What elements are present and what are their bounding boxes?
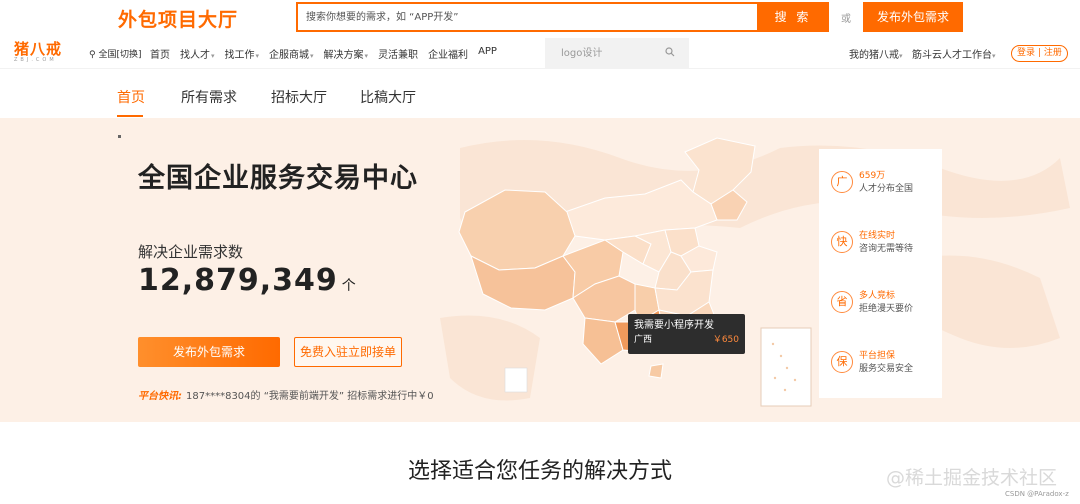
feature-title: 多人竞标 — [859, 291, 896, 301]
tab-home[interactable]: 首页 — [117, 87, 145, 107]
ticker-badge: 平台快讯: — [138, 391, 182, 402]
active-tab-indicator — [117, 115, 143, 117]
register-link[interactable]: 注册 — [1044, 48, 1062, 58]
join-button[interactable]: 免费入驻立即接单 — [294, 337, 402, 367]
nav-item[interactable]: 解决方案▾ — [324, 46, 369, 61]
logo-text: 猪八戒 — [14, 40, 63, 58]
hero-title: 全国企业服务交易中心 — [138, 163, 418, 194]
global-nav: 猪八戒 ZBJ.COM ⚲ 全国[切换] 首页 找人才▾ 找工作▾ 企服商城▾ 解决方案… — [0, 38, 1080, 68]
workbench-label: 筋斗云人才工作台 — [912, 50, 992, 61]
tab-contest-hall[interactable]: 比稿大厅 — [360, 87, 416, 107]
nav-item[interactable]: 灵活兼职 — [378, 46, 418, 61]
nav-item-label: 解决方案 — [323, 50, 364, 61]
separator: | — [1037, 48, 1041, 58]
search-button[interactable]: 搜 索 — [757, 2, 829, 32]
demand-count-label: 解决企业需求数 — [138, 243, 244, 261]
news-ticker: 平台快讯: 187****8304的 “我需要前端开发” 招标需求进行中￥0 — [138, 387, 434, 402]
nav-item-label: 企服商城 — [269, 50, 310, 61]
nav-item[interactable]: 企服商城▾ — [269, 46, 314, 61]
nav-item-label: 找人才 — [180, 50, 210, 61]
nav-item[interactable]: 找工作▾ — [225, 46, 260, 61]
caret-down-icon: ▾ — [211, 52, 215, 60]
login-link[interactable]: 登录 — [1017, 48, 1035, 58]
hero-publish-button[interactable]: 发布外包需求 — [138, 337, 280, 367]
demand-count-unit: 个 — [341, 278, 357, 294]
login-register: 登录 | 注册 — [1011, 45, 1068, 62]
nav-item[interactable]: APP — [478, 46, 497, 61]
nav-search — [545, 38, 689, 68]
ticker-text[interactable]: 187****8304的 “我需要前端开发” 招标需求进行中￥0 — [186, 391, 434, 402]
talent-icon: 广 — [831, 171, 853, 193]
or-text: 或 — [841, 14, 851, 25]
feature-title: 在线实时 — [859, 231, 896, 241]
logo[interactable]: 猪八戒 ZBJ.COM — [14, 41, 74, 67]
caret-down-icon: ▾ — [899, 52, 903, 60]
my-zbj-label: 我的猪八戒 — [849, 50, 899, 61]
nav-item-label: 找工作 — [224, 50, 255, 61]
feature-bidding: 省 多人竞标 拒绝漫天要价 — [831, 287, 941, 327]
city-label: 全国[切换] — [98, 50, 142, 60]
guarantee-icon: 保 — [831, 351, 853, 373]
nav-item-label: APP — [478, 46, 497, 57]
page: 外包项目大厅 搜 索 或 发布外包需求 猪八戒 ZBJ.COM ⚲ 全国[切换]… — [0, 0, 1080, 504]
workbench-menu[interactable]: 筋斗云人才工作台▾ — [912, 46, 996, 61]
nav-item-label: 灵活兼职 — [378, 50, 419, 61]
save-icon: 省 — [831, 291, 853, 313]
nav-menu: 首页 找人才▾ 找工作▾ 企服商城▾ 解决方案▾ 灵活兼职 企业福利 APP — [150, 46, 507, 61]
my-zbj-menu[interactable]: 我的猪八戒▾ — [849, 46, 903, 61]
location-pin-icon: ⚲ — [89, 50, 96, 60]
fast-icon: 快 — [831, 231, 853, 253]
feature-talent: 广 659万 人才分布全国 — [831, 167, 941, 207]
feature-desc: 服务交易安全 — [859, 364, 914, 374]
features-panel: 广 659万 人才分布全国 快 在线实时 咨询无需等待 省 多人竞标 拒绝漫天要… — [819, 149, 942, 398]
nav-item[interactable]: 找人才▾ — [180, 46, 215, 61]
nav-item-label: 首页 — [150, 50, 170, 61]
tab-all-demands[interactable]: 所有需求 — [181, 87, 237, 107]
feature-title: 平台担保 — [859, 351, 896, 361]
nav-item[interactable]: 首页 — [150, 46, 170, 61]
sub-nav: 首页 所有需求 招标大厅 比稿大厅 — [0, 68, 1080, 118]
feature-desc: 咨询无需等待 — [859, 244, 914, 254]
watermark: @稀土掘金技术社区 — [886, 467, 1058, 489]
demand-count-value: 12,879,349 — [138, 263, 338, 298]
search-box — [296, 2, 758, 32]
nav-search-input[interactable] — [545, 38, 665, 68]
map-tooltip: 我需要小程序开发 广西 ￥650 — [628, 314, 745, 354]
nav-item-label: 企业福利 — [428, 50, 469, 61]
feature-realtime: 快 在线实时 咨询无需等待 — [831, 227, 941, 267]
publish-demand-button[interactable]: 发布外包需求 — [863, 2, 963, 32]
tooltip-price: ￥650 — [712, 335, 739, 345]
caret-down-icon: ▾ — [992, 52, 996, 60]
hall-title: 外包项目大厅 — [118, 9, 239, 31]
search-icon[interactable] — [665, 47, 675, 57]
logo-domain: ZBJ.COM — [14, 57, 57, 63]
tooltip-title: 我需要小程序开发 — [634, 320, 714, 331]
feature-title: 659万 — [859, 171, 886, 181]
demand-count: 12,879,349 个 — [138, 263, 357, 298]
tab-bidding-hall[interactable]: 招标大厅 — [271, 87, 327, 107]
search-input[interactable] — [298, 4, 758, 30]
china-map[interactable] — [455, 132, 815, 412]
top-search-bar: 外包项目大厅 搜 索 或 发布外包需求 — [0, 0, 1080, 38]
nav-item[interactable]: 企业福利 — [428, 46, 468, 61]
credit: CSDN @PAradox-z — [1005, 490, 1069, 498]
caret-down-icon: ▾ — [255, 52, 260, 60]
feature-desc: 拒绝漫天要价 — [859, 304, 914, 314]
feature-desc: 人才分布全国 — [859, 184, 914, 194]
city-switch[interactable]: ⚲ 全国[切换] — [89, 47, 142, 60]
caret-down-icon: ▾ — [364, 52, 369, 60]
marker-dot — [118, 135, 121, 138]
tooltip-region: 广西 — [634, 335, 653, 345]
tooltip-row: 广西 ￥650 — [634, 333, 739, 347]
feature-guarantee: 保 平台担保 服务交易安全 — [831, 347, 941, 387]
caret-down-icon: ▾ — [310, 52, 314, 60]
